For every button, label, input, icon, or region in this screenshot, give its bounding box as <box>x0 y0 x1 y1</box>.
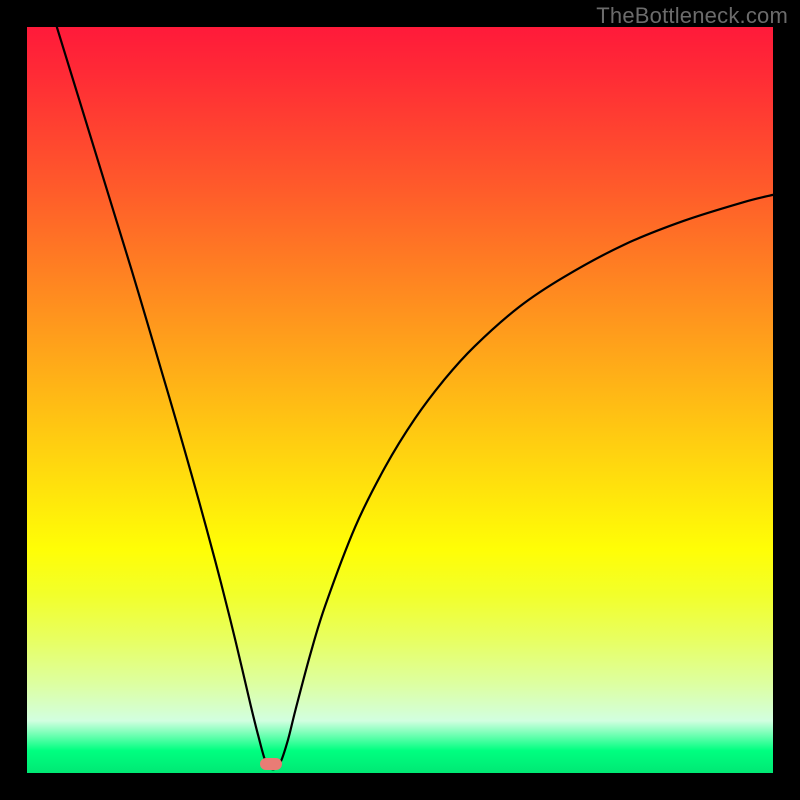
bottleneck-curve <box>27 27 773 773</box>
optimal-point-marker <box>260 758 282 770</box>
watermark-text: TheBottleneck.com <box>596 3 788 29</box>
plot-area <box>27 27 773 773</box>
chart-frame: TheBottleneck.com <box>0 0 800 800</box>
